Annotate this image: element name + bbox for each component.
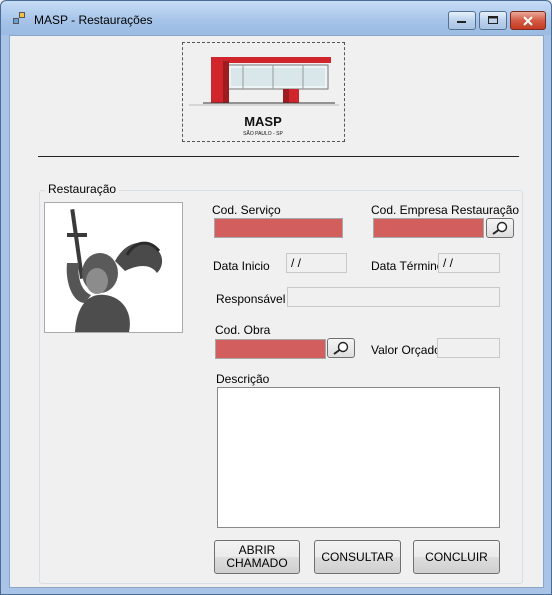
concluir-button[interactable]: CONCLUIR [413, 540, 500, 574]
minimize-icon [457, 20, 466, 23]
search-obra-button[interactable] [327, 338, 355, 358]
statue-photo [44, 202, 183, 333]
masp-building-logo: MASP SÃO PAULO - SP [189, 57, 339, 137]
groupbox-label: Restauração [45, 182, 120, 196]
minimize-button[interactable] [448, 11, 476, 30]
masp-logo: MASP SÃO PAULO - SP [182, 42, 345, 142]
abrir-chamado-button[interactable]: ABRIR CHAMADO [214, 540, 300, 574]
divider-line [38, 156, 519, 157]
title-bar[interactable]: MASP - Restaurações [1, 1, 551, 35]
cod-obra-label: Cod. Obra [215, 323, 271, 337]
form-client-area: MASP SÃO PAULO - SP Restauração Cod. Ser… [9, 35, 544, 588]
magnifier-icon [492, 221, 508, 235]
cod-empresa-input[interactable] [373, 218, 484, 238]
responsavel-label: Responsável [216, 292, 286, 306]
responsavel-input[interactable] [287, 287, 500, 307]
descricao-textarea[interactable] [217, 387, 500, 528]
valor-orcado-input[interactable] [437, 338, 500, 358]
cod-empresa-label: Cod. Empresa Restauração [371, 203, 520, 217]
valor-orcado-label: Valor Orçado [371, 343, 441, 357]
data-inicio-label: Data Inicio [213, 259, 270, 273]
cod-obra-input[interactable] [215, 339, 326, 359]
data-inicio-input[interactable]: / / [286, 253, 347, 273]
descricao-label: Descrição [216, 372, 270, 386]
close-button[interactable] [510, 11, 546, 30]
data-termino-label: Data Término [371, 259, 444, 273]
logo-subtitle: SÃO PAULO - SP [243, 130, 283, 137]
search-empresa-button[interactable] [486, 218, 514, 238]
app-window: MASP - Restaurações MASP SÃO PAULO - SP … [0, 0, 552, 595]
window-title: MASP - Restaurações [34, 13, 153, 27]
close-icon [523, 15, 533, 26]
abrir-chamado-label: ABRIR CHAMADO [226, 544, 287, 570]
maximize-button[interactable] [479, 11, 507, 30]
consultar-button[interactable]: CONSULTAR [314, 540, 401, 574]
data-termino-input[interactable]: / / [438, 253, 500, 273]
maximize-icon [487, 16, 498, 24]
statue-image [45, 203, 182, 332]
cod-servico-label: Cod. Serviço [212, 203, 281, 217]
app-icon[interactable] [13, 12, 27, 26]
magnifier-icon [333, 341, 349, 355]
cod-servico-input[interactable] [214, 218, 343, 238]
logo-name: MASP [244, 114, 282, 129]
abrir-label-line2: CHAMADO [226, 556, 288, 570]
